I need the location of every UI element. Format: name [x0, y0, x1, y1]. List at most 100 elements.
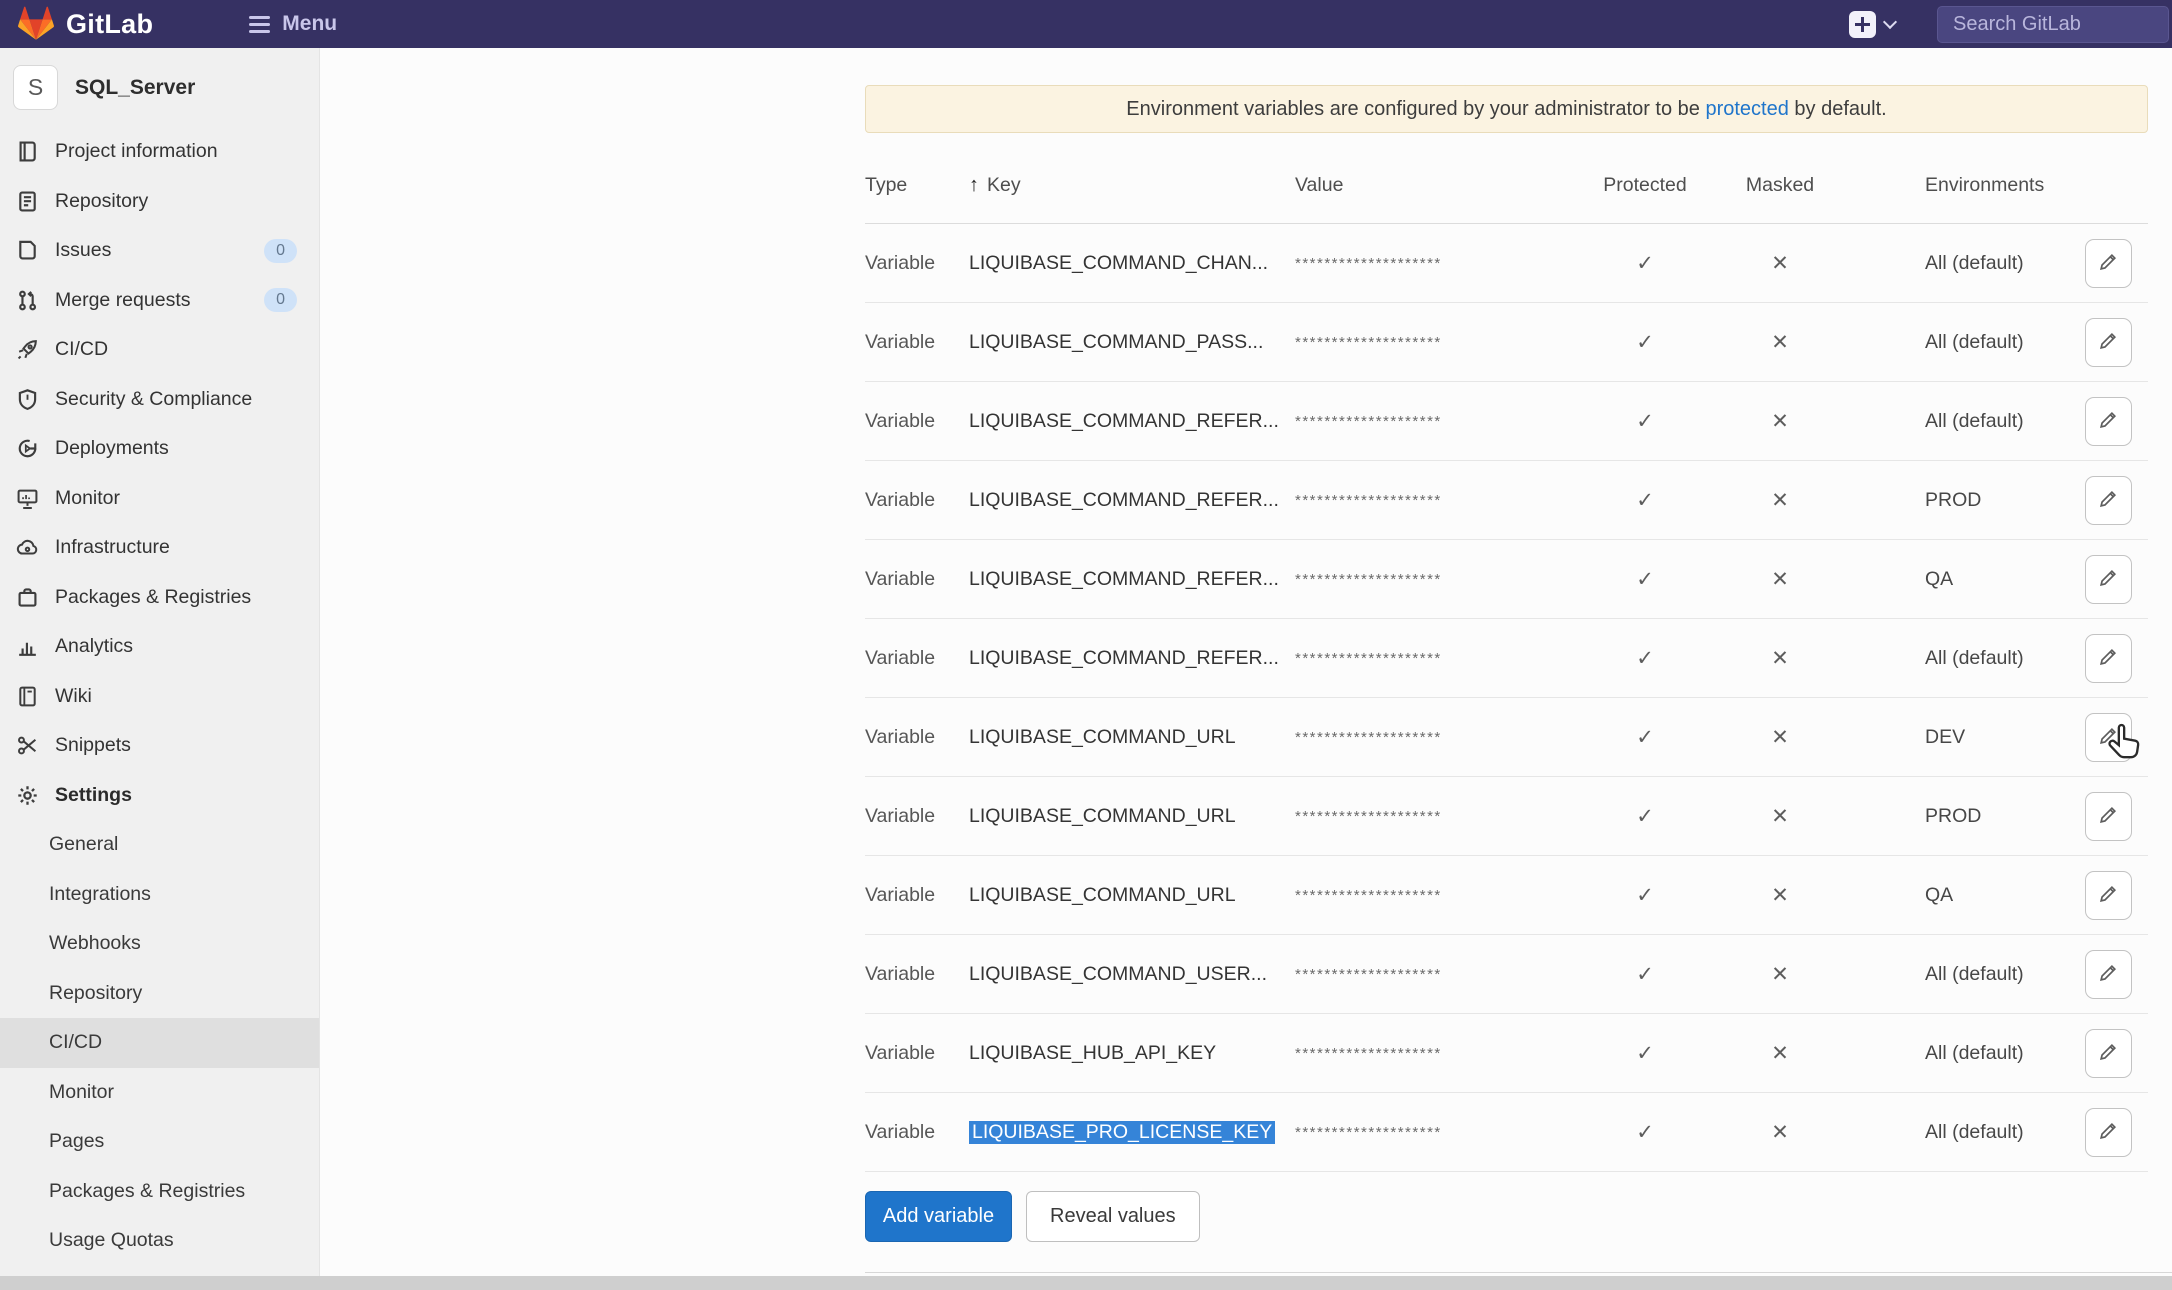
- sort-ascending-icon: ↑: [969, 174, 979, 196]
- pencil-icon: [2098, 962, 2119, 986]
- main-content: Environment variables are configured by …: [320, 48, 2172, 1276]
- cell-type: Variable: [865, 410, 969, 433]
- sidebar-item-deployments[interactable]: Deployments: [0, 424, 319, 474]
- pencil-icon: [2098, 488, 2119, 512]
- edit-variable-button[interactable]: [2085, 871, 2132, 920]
- variable-row: VariableLIQUIBASE_COMMAND_URL***********…: [865, 698, 2148, 777]
- reveal-values-button[interactable]: Reveal values: [1026, 1191, 1200, 1242]
- edit-variable-button[interactable]: [2085, 713, 2132, 762]
- search-input[interactable]: [1937, 6, 2169, 43]
- masked-x-icon: ✕: [1705, 251, 1855, 276]
- edit-variable-button[interactable]: [2085, 950, 2132, 999]
- variable-row: VariableLIQUIBASE_COMMAND_URL***********…: [865, 856, 2148, 935]
- cell-type: Variable: [865, 726, 969, 749]
- edit-variable-button[interactable]: [2085, 318, 2132, 367]
- gitlab-brand[interactable]: GitLab: [66, 9, 153, 40]
- variable-row: VariableLIQUIBASE_COMMAND_REFER...******…: [865, 619, 2148, 698]
- cell-key: LIQUIBASE_COMMAND_URL: [969, 884, 1295, 907]
- edit-variable-button[interactable]: [2085, 634, 2132, 683]
- security-compliance-icon: [15, 387, 40, 412]
- header-key-sort[interactable]: ↑Key: [969, 174, 1295, 197]
- pencil-icon: [2098, 251, 2119, 275]
- masked-x-icon: ✕: [1705, 1041, 1855, 1066]
- sidebar-item-repository[interactable]: Repository: [0, 177, 319, 227]
- sidebar-item-settings[interactable]: Settings: [0, 771, 319, 821]
- sidebar-item-label: Repository: [55, 190, 148, 213]
- cell-key: LIQUIBASE_COMMAND_PASS...: [969, 331, 1295, 354]
- sidebar-subitem-usage-quotas[interactable]: Usage Quotas: [0, 1216, 319, 1266]
- sidebar-subitem-pages[interactable]: Pages: [0, 1117, 319, 1167]
- sidebar-subitem-packages-registries[interactable]: Packages & Registries: [0, 1167, 319, 1217]
- pencil-icon: [2098, 883, 2119, 907]
- edit-variable-button[interactable]: [2085, 239, 2132, 288]
- edit-variable-button[interactable]: [2085, 476, 2132, 525]
- cell-value-masked: ********************: [1295, 413, 1585, 430]
- cell-type: Variable: [865, 568, 969, 591]
- cell-type: Variable: [865, 331, 969, 354]
- masked-x-icon: ✕: [1705, 804, 1855, 829]
- cell-type: Variable: [865, 963, 969, 986]
- sidebar-item-label: Wiki: [55, 685, 92, 708]
- sidebar-item-merge-requests[interactable]: Merge requests0: [0, 276, 319, 326]
- cell-key: LIQUIBASE_COMMAND_USER...: [969, 963, 1295, 986]
- sidebar-item-ci-cd[interactable]: CI/CD: [0, 325, 319, 375]
- variable-key: LIQUIBASE_COMMAND_REFER...: [969, 489, 1279, 511]
- banner-text-before: Environment variables are configured by …: [1126, 98, 1705, 121]
- sidebar-subitem-ci-cd[interactable]: CI/CD: [0, 1018, 319, 1068]
- sidebar-subitem-general[interactable]: General: [0, 820, 319, 870]
- protected-link[interactable]: protected: [1705, 98, 1788, 121]
- cell-key: LIQUIBASE_COMMAND_URL: [969, 805, 1295, 828]
- variable-row: VariableLIQUIBASE_COMMAND_USER...*******…: [865, 935, 2148, 1014]
- variable-key: LIQUIBASE_COMMAND_REFER...: [969, 410, 1279, 432]
- cell-environments: PROD: [1855, 489, 2085, 512]
- chevron-down-icon: [1883, 15, 1897, 29]
- cell-type: Variable: [865, 489, 969, 512]
- add-variable-button[interactable]: Add variable: [865, 1191, 1012, 1242]
- cell-value-masked: ********************: [1295, 255, 1585, 272]
- sidebar-subitem-webhooks[interactable]: Webhooks: [0, 919, 319, 969]
- project-header[interactable]: S SQL_Server: [0, 48, 319, 110]
- edit-variable-button[interactable]: [2085, 397, 2132, 446]
- cell-environments: All (default): [1855, 410, 2085, 433]
- sidebar-item-analytics[interactable]: Analytics: [0, 622, 319, 672]
- cell-value-masked: ********************: [1295, 729, 1585, 746]
- edit-variable-button[interactable]: [2085, 1029, 2132, 1078]
- header-masked: Masked: [1705, 174, 1855, 197]
- sidebar-item-infrastructure[interactable]: Infrastructure: [0, 523, 319, 573]
- sidebar-item-monitor[interactable]: Monitor: [0, 474, 319, 524]
- cell-environments: All (default): [1855, 647, 2085, 670]
- project-name: SQL_Server: [75, 76, 195, 100]
- sidebar-subitem-monitor[interactable]: Monitor: [0, 1068, 319, 1118]
- sidebar-item-snippets[interactable]: Snippets: [0, 721, 319, 771]
- cell-environments: PROD: [1855, 805, 2085, 828]
- edit-variable-button[interactable]: [2085, 792, 2132, 841]
- sidebar-item-project-information[interactable]: Project information: [0, 127, 319, 177]
- sidebar-item-issues[interactable]: Issues0: [0, 226, 319, 276]
- gitlab-logo-icon[interactable]: [16, 4, 56, 44]
- variable-key: LIQUIBASE_COMMAND_USER...: [969, 963, 1267, 985]
- cell-key: LIQUIBASE_COMMAND_REFER...: [969, 489, 1295, 512]
- cell-key: LIQUIBASE_COMMAND_URL: [969, 726, 1295, 749]
- masked-x-icon: ✕: [1705, 409, 1855, 434]
- pencil-icon: [2098, 804, 2119, 828]
- edit-variable-button[interactable]: [2085, 1108, 2132, 1157]
- sidebar-subitem-integrations[interactable]: Integrations: [0, 870, 319, 920]
- sidebar-item-packages-registries[interactable]: Packages & Registries: [0, 573, 319, 623]
- sidebar-subitem-repository[interactable]: Repository: [0, 969, 319, 1019]
- masked-x-icon: ✕: [1705, 962, 1855, 987]
- edit-variable-button[interactable]: [2085, 555, 2132, 604]
- variable-key: LIQUIBASE_COMMAND_URL: [969, 805, 1236, 827]
- sidebar-item-security-compliance[interactable]: Security & Compliance: [0, 375, 319, 425]
- sidebar-item-wiki[interactable]: Wiki: [0, 672, 319, 722]
- ci-cd-icon: [15, 337, 40, 362]
- new-menu-button[interactable]: [1849, 11, 1895, 38]
- sidebar-item-label: Monitor: [55, 487, 120, 510]
- menu-button[interactable]: Menu: [249, 12, 337, 36]
- variables-table-body: VariableLIQUIBASE_COMMAND_CHAN...*******…: [865, 224, 2148, 1172]
- header-value: Value: [1295, 174, 1585, 197]
- cell-value-masked: ********************: [1295, 571, 1585, 588]
- pencil-icon: [2098, 725, 2119, 749]
- variable-key: LIQUIBASE_HUB_API_KEY: [969, 1042, 1216, 1064]
- cell-environments: All (default): [1855, 252, 2085, 275]
- protected-check-icon: ✓: [1585, 725, 1705, 750]
